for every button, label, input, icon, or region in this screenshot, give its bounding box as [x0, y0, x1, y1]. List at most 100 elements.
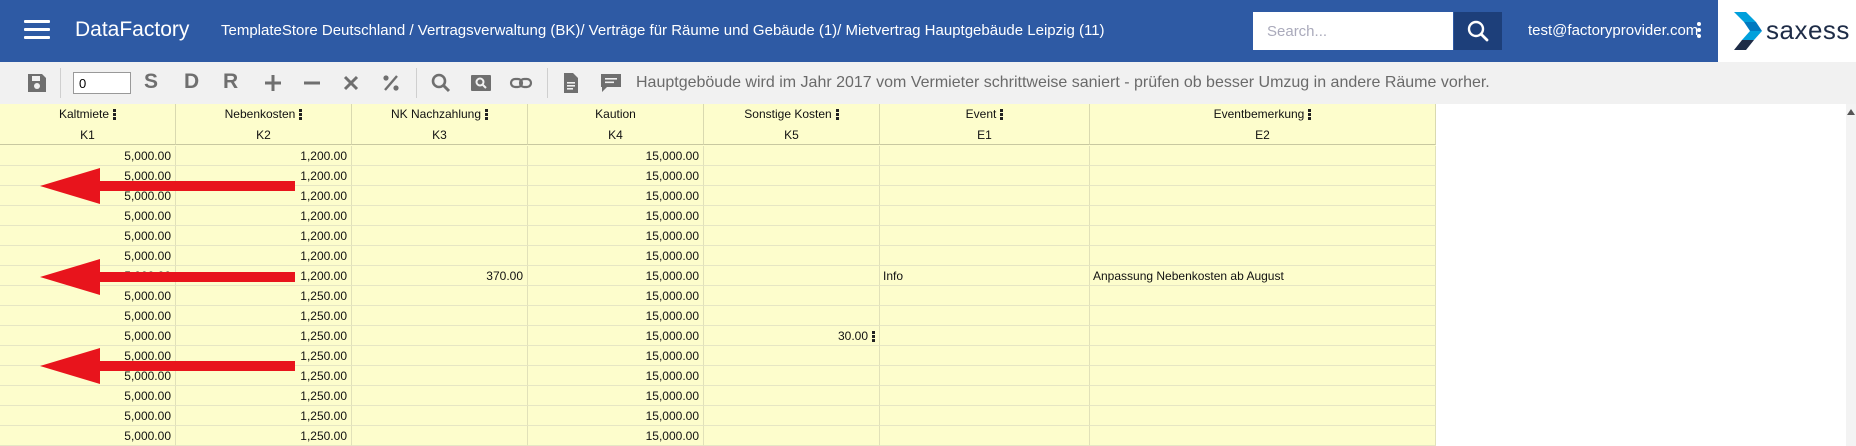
cell-k5[interactable]: [704, 226, 880, 246]
cell-e1[interactable]: [880, 186, 1090, 206]
cell-k5[interactable]: [704, 146, 880, 166]
column-menu-icon[interactable]: [299, 109, 303, 121]
cell-e2[interactable]: Anpassung Nebenkosten ab August: [1090, 266, 1436, 286]
cell-k1[interactable]: 5,000.00: [0, 226, 176, 246]
r-button[interactable]: R: [223, 70, 238, 94]
cell-e2[interactable]: [1090, 306, 1436, 326]
cell-e2[interactable]: [1090, 246, 1436, 266]
cell-k3[interactable]: [352, 306, 528, 326]
cell-k5[interactable]: [704, 386, 880, 406]
cell-k3[interactable]: [352, 386, 528, 406]
cell-e1[interactable]: [880, 166, 1090, 186]
cell-k4[interactable]: 15,000.00: [528, 326, 704, 346]
column-header-nebenkosten[interactable]: Nebenkosten: [176, 104, 352, 125]
app-title[interactable]: DataFactory: [75, 18, 189, 42]
cell-e2[interactable]: [1090, 346, 1436, 366]
cell-k3[interactable]: 370.00: [352, 266, 528, 286]
cell-k2[interactable]: 1,250.00: [176, 386, 352, 406]
cell-k2[interactable]: 1,250.00: [176, 406, 352, 426]
cell-k2[interactable]: 1,200.00: [176, 266, 352, 286]
cell-k5[interactable]: [704, 366, 880, 386]
kebab-icon[interactable]: [1696, 22, 1702, 42]
cell-k1[interactable]: 5,000.00: [0, 186, 176, 206]
cell-k4[interactable]: 15,000.00: [528, 346, 704, 366]
cell-e2[interactable]: [1090, 426, 1436, 446]
cell-k1[interactable]: 5,000.00: [0, 306, 176, 326]
cell-k4[interactable]: 15,000.00: [528, 426, 704, 446]
cell-k4[interactable]: 15,000.00: [528, 386, 704, 406]
scroll-up-icon[interactable]: [1846, 107, 1856, 117]
s-button[interactable]: S: [144, 70, 158, 94]
cell-k1[interactable]: 5,000.00: [0, 206, 176, 226]
column-menu-icon[interactable]: [485, 109, 489, 121]
cell-k1[interactable]: 5,000.00: [0, 326, 176, 346]
row-number-input[interactable]: [73, 72, 131, 94]
cell-e1[interactable]: [880, 306, 1090, 326]
cell-k1[interactable]: 5,000.00: [0, 426, 176, 446]
cell-k5[interactable]: [704, 426, 880, 446]
cell-k5[interactable]: 30.00: [704, 326, 880, 346]
column-menu-icon[interactable]: [113, 109, 117, 121]
cell-e2[interactable]: [1090, 186, 1436, 206]
cell-k3[interactable]: [352, 346, 528, 366]
vertical-scrollbar[interactable]: [1846, 104, 1856, 446]
column-header-eventbemerkung[interactable]: Eventbemerkung: [1090, 104, 1436, 125]
column-menu-icon[interactable]: [1308, 109, 1312, 121]
hamburger-icon[interactable]: [24, 20, 50, 42]
save-icon[interactable]: [25, 72, 49, 94]
cell-e1[interactable]: [880, 326, 1090, 346]
column-header-nk-nachzahlung[interactable]: NK Nachzahlung: [352, 104, 528, 125]
plus-icon[interactable]: [261, 72, 285, 94]
cell-e2[interactable]: [1090, 286, 1436, 306]
cell-k1[interactable]: 5,000.00: [0, 246, 176, 266]
cell-k4[interactable]: 15,000.00: [528, 306, 704, 326]
cell-k4[interactable]: 15,000.00: [528, 226, 704, 246]
cell-e1[interactable]: [880, 246, 1090, 266]
cell-e2[interactable]: [1090, 406, 1436, 426]
cell-e1[interactable]: [880, 206, 1090, 226]
cell-k4[interactable]: 15,000.00: [528, 266, 704, 286]
cell-k2[interactable]: 1,250.00: [176, 286, 352, 306]
user-email[interactable]: test@factoryprovider.com: [1528, 22, 1698, 39]
minus-icon[interactable]: [300, 72, 324, 94]
column-header-kaltmiete[interactable]: Kaltmiete: [0, 104, 176, 125]
cell-e2[interactable]: [1090, 206, 1436, 226]
cell-k4[interactable]: 15,000.00: [528, 166, 704, 186]
cell-k1[interactable]: 5,000.00: [0, 266, 176, 286]
column-menu-icon[interactable]: [1000, 109, 1004, 121]
cell-k4[interactable]: 15,000.00: [528, 246, 704, 266]
cell-e1[interactable]: [880, 386, 1090, 406]
cell-k3[interactable]: [352, 186, 528, 206]
document-icon[interactable]: [559, 72, 583, 94]
cell-k2[interactable]: 1,200.00: [176, 166, 352, 186]
column-menu-icon[interactable]: [835, 109, 839, 121]
cell-k2[interactable]: 1,250.00: [176, 326, 352, 346]
cell-k5[interactable]: [704, 266, 880, 286]
cell-k5[interactable]: [704, 346, 880, 366]
cell-e2[interactable]: [1090, 386, 1436, 406]
image-search-icon[interactable]: [469, 72, 493, 94]
cell-k5[interactable]: [704, 246, 880, 266]
cell-e1[interactable]: [880, 366, 1090, 386]
cell-k3[interactable]: [352, 146, 528, 166]
cell-e2[interactable]: [1090, 146, 1436, 166]
cell-k4[interactable]: 15,000.00: [528, 406, 704, 426]
column-header-sonstige-kosten[interactable]: Sonstige Kosten: [704, 104, 880, 125]
cell-e1[interactable]: [880, 286, 1090, 306]
breadcrumb[interactable]: TemplateStore Deutschland / Vertragsverw…: [221, 22, 1105, 39]
cell-k4[interactable]: 15,000.00: [528, 206, 704, 226]
cell-k4[interactable]: 15,000.00: [528, 286, 704, 306]
cell-k3[interactable]: [352, 326, 528, 346]
link-icon[interactable]: [509, 72, 533, 94]
cell-e1[interactable]: [880, 146, 1090, 166]
cell-k5[interactable]: [704, 286, 880, 306]
cell-e1[interactable]: [880, 226, 1090, 246]
cell-k1[interactable]: 5,000.00: [0, 286, 176, 306]
cell-k5[interactable]: [704, 306, 880, 326]
cell-k3[interactable]: [352, 426, 528, 446]
cell-e2[interactable]: [1090, 326, 1436, 346]
cell-e1[interactable]: [880, 426, 1090, 446]
cell-k2[interactable]: 1,250.00: [176, 426, 352, 446]
cell-k2[interactable]: 1,250.00: [176, 306, 352, 326]
close-icon[interactable]: [339, 72, 363, 94]
